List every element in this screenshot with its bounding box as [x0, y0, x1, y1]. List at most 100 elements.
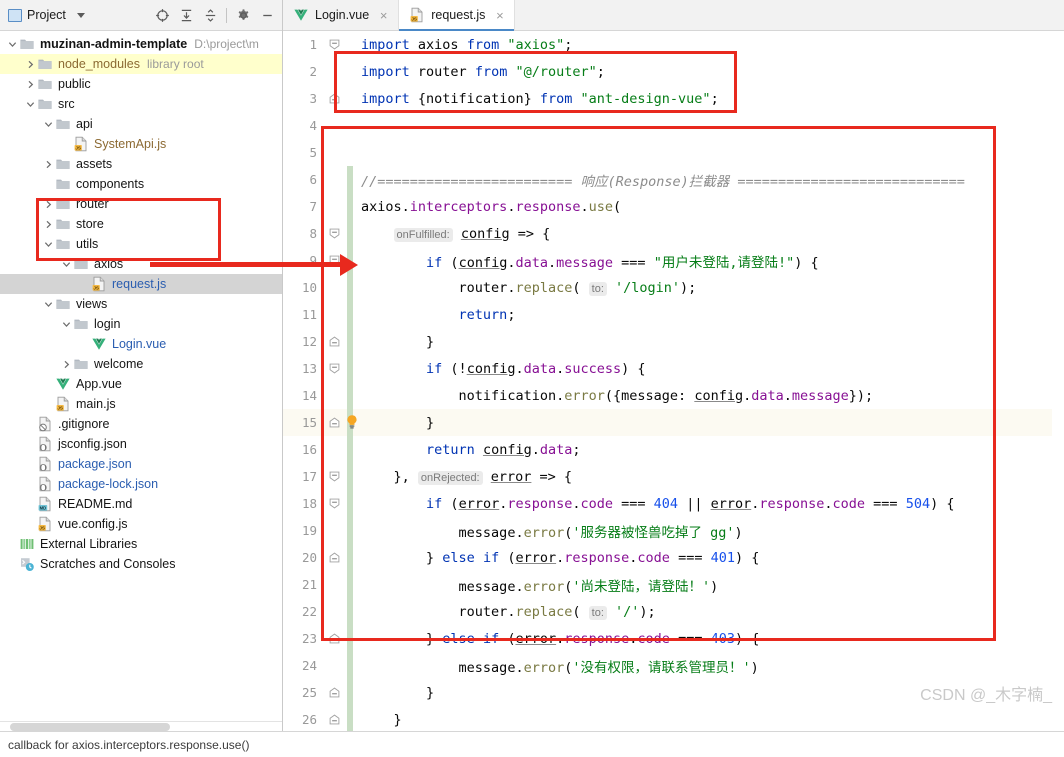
tree-item-external-libraries[interactable]: External Libraries [0, 534, 282, 554]
crosshair-target-icon[interactable] [151, 4, 173, 26]
gutter-icons[interactable] [325, 544, 347, 571]
code-line[interactable]: 1 import axios from "axios"; [283, 31, 1064, 58]
gutter-icons[interactable] [325, 409, 357, 436]
code-fold-end-icon[interactable] [329, 714, 340, 725]
code-line[interactable]: 5 [283, 139, 1064, 166]
tree-item-package-lock-json[interactable]: package-lock.json [0, 474, 282, 494]
gutter-icons[interactable] [325, 625, 347, 652]
gutter-icons[interactable] [325, 274, 347, 301]
code-line[interactable]: 12 } [283, 328, 1064, 355]
project-panel-hscrollbar[interactable] [0, 721, 282, 731]
chevron-right-icon[interactable] [24, 78, 37, 91]
editor-tab-request-js[interactable]: JS request.js × [399, 0, 516, 31]
gutter-icons[interactable] [325, 58, 347, 85]
gutter-icons[interactable] [325, 220, 347, 247]
tree-item-package-json[interactable]: package.json [0, 454, 282, 474]
code-line[interactable]: 24 message.error('没有权限，请联系管理员！') [283, 652, 1064, 679]
code-editor[interactable]: 1 import axios from "axios"; 2 import route… [283, 31, 1064, 731]
gutter-icons[interactable] [325, 571, 347, 598]
gutter-icons[interactable] [325, 598, 347, 625]
tree-item-src[interactable]: src [0, 94, 282, 114]
code-line[interactable]: 21 message.error('尚未登陆，请登陆！') [283, 571, 1064, 598]
editor-tab-login-vue[interactable]: Login.vue × [283, 0, 400, 30]
tree-item-vue-config-js[interactable]: JS vue.config.js [0, 514, 282, 534]
tree-item-login-vue[interactable]: Login.vue [0, 334, 282, 354]
code-fold-open-icon[interactable] [329, 471, 340, 482]
collapse-all-icon[interactable] [199, 4, 221, 26]
tree-item-jsconfig-json[interactable]: jsconfig.json [0, 434, 282, 454]
gutter-icons[interactable] [325, 85, 347, 112]
code-fold-end-icon[interactable] [329, 552, 340, 563]
project-tree[interactable]: muzinan-admin-template D:\project\m node_m… [0, 31, 282, 721]
code-line[interactable]: 11 return; [283, 301, 1064, 328]
chevron-right-icon[interactable] [42, 158, 55, 171]
tree-item-store[interactable]: store [0, 214, 282, 234]
code-fold-open-icon[interactable] [329, 39, 340, 50]
chevron-right-icon[interactable] [42, 198, 55, 211]
gutter-icons[interactable] [325, 706, 347, 731]
gutter-icons[interactable] [325, 166, 347, 193]
close-icon[interactable]: × [377, 8, 390, 23]
chevron-down-icon[interactable] [60, 258, 73, 271]
project-tool-window-button[interactable]: Project [8, 8, 85, 22]
gutter-icons[interactable] [325, 436, 347, 463]
tree-item-views[interactable]: views [0, 294, 282, 314]
code-fold-open-icon[interactable] [329, 228, 340, 239]
gutter-icons[interactable] [325, 463, 347, 490]
chevron-down-icon[interactable] [76, 12, 85, 18]
code-line[interactable]: 22 router.replace( to: '/'); [283, 598, 1064, 625]
gutter-icons[interactable] [325, 652, 347, 679]
gutter-icons[interactable] [325, 31, 347, 58]
code-line[interactable]: 6 //======================== 响应(Response)… [283, 166, 1064, 193]
code-line[interactable]: 10 router.replace( to: '/login'); [283, 274, 1064, 301]
tree-item-main-js[interactable]: JS main.js [0, 394, 282, 414]
code-fold-end-icon[interactable] [329, 93, 340, 104]
gutter-icons[interactable] [325, 328, 347, 355]
scrollbar-thumb[interactable] [10, 723, 170, 731]
code-line[interactable]: 19 message.error('服务器被怪兽吃掉了 gg') [283, 517, 1064, 544]
tree-item-login[interactable]: login [0, 314, 282, 334]
tree-item-welcome[interactable]: welcome [0, 354, 282, 374]
code-line[interactable]: 20 } else if (error.response.code === 40… [283, 544, 1064, 571]
tree-item-api[interactable]: api [0, 114, 282, 134]
chevron-right-icon[interactable] [42, 218, 55, 231]
tree-item-app-vue[interactable]: App.vue [0, 374, 282, 394]
code-fold-open-icon[interactable] [329, 498, 340, 509]
gutter-icons[interactable] [325, 193, 347, 220]
tree-item-systemapi-js[interactable]: JS SystemApi.js [0, 134, 282, 154]
code-fold-end-icon[interactable] [329, 633, 340, 644]
editor-scrollbar-rail[interactable] [1052, 62, 1064, 731]
code-line[interactable]: 13 if (!config.data.success) { [283, 355, 1064, 382]
code-line[interactable]: 14 notification.error({message: config.d… [283, 382, 1064, 409]
code-line[interactable]: 26 } [283, 706, 1064, 731]
gutter-icons[interactable] [325, 517, 347, 544]
tree-item-readme-md[interactable]: MD README.md [0, 494, 282, 514]
tree-item-public[interactable]: public [0, 74, 282, 94]
chevron-down-icon[interactable] [60, 318, 73, 331]
code-line[interactable]: 15 } [283, 409, 1064, 436]
tree-item-axios[interactable]: axios [0, 254, 282, 274]
tree-item-utils[interactable]: utils [0, 234, 282, 254]
gutter-icons[interactable] [325, 382, 347, 409]
code-line[interactable]: 16 return config.data; [283, 436, 1064, 463]
code-line[interactable]: 4 [283, 112, 1064, 139]
expand-all-icon[interactable] [175, 4, 197, 26]
tree-item-router[interactable]: router [0, 194, 282, 214]
tree-item-muzinan-admin-template[interactable]: muzinan-admin-template D:\project\m [0, 34, 282, 54]
gutter-icons[interactable] [325, 139, 347, 166]
code-line[interactable]: 18 if (error.response.code === 404 || er… [283, 490, 1064, 517]
tree-item-request-js[interactable]: JS request.js [0, 274, 282, 294]
tree-item-node-modules[interactable]: node_modules library root [0, 54, 282, 74]
tree-item-gitignore[interactable]: .gitignore [0, 414, 282, 434]
code-line[interactable]: 25 } [283, 679, 1064, 706]
chevron-right-icon[interactable] [24, 58, 37, 71]
code-fold-open-icon[interactable] [329, 363, 340, 374]
chevron-down-icon[interactable] [6, 38, 19, 51]
tree-item-components[interactable]: components [0, 174, 282, 194]
gutter-icons[interactable] [325, 490, 347, 517]
code-fold-end-icon[interactable] [329, 687, 340, 698]
chevron-down-icon[interactable] [24, 98, 37, 111]
gutter-icons[interactable] [325, 247, 347, 274]
minimize-icon[interactable] [256, 4, 278, 26]
chevron-right-icon[interactable] [60, 358, 73, 371]
